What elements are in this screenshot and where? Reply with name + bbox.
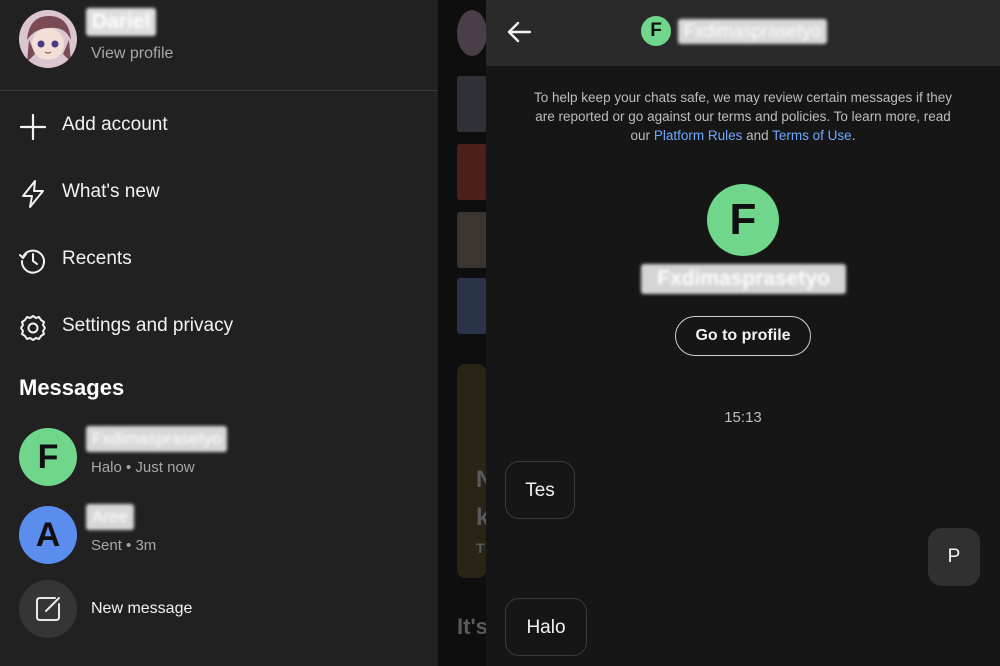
chat-header: F Fxdimasprasetyo <box>486 0 1000 66</box>
conversation-name: Aree <box>86 504 134 530</box>
background-text: T <box>476 540 485 556</box>
menu-item-label: What's new <box>62 181 160 202</box>
menu-item-label: Add account <box>62 114 168 135</box>
navigation-drawer: Dariel View profile Add account What's n… <box>0 0 438 666</box>
compose-icon <box>19 580 77 638</box>
menu-item-label: Recents <box>62 248 132 269</box>
new-message-label: New message <box>91 600 193 617</box>
new-message-button[interactable]: New message <box>0 576 438 642</box>
go-to-profile-button[interactable]: Go to profile <box>675 316 811 356</box>
menu-item-whats-new[interactable]: What's new <box>0 165 438 221</box>
recipient-avatar: F <box>707 184 779 256</box>
view-profile-link[interactable]: View profile <box>91 45 173 63</box>
user-avatar[interactable] <box>19 10 77 68</box>
notice-text: To help keep your chats safe, we may rev… <box>534 90 952 143</box>
background-heading: It's <box>457 614 486 639</box>
lightning-icon <box>18 179 48 209</box>
divider <box>0 90 438 91</box>
gear-icon <box>18 313 48 343</box>
menu-item-add-account[interactable]: Add account <box>0 98 438 154</box>
message-bubble-incoming[interactable]: Halo <box>505 598 587 656</box>
message-bubble-outgoing[interactable]: P <box>928 528 980 586</box>
platform-rules-link[interactable]: Platform Rules <box>654 128 743 143</box>
background-thumbnail <box>457 212 486 268</box>
conversation-status: Sent • 3m <box>91 537 157 554</box>
conversation-item[interactable]: F Fxdimasprasetyo Halo • Just now <box>0 420 438 490</box>
message-bubble-incoming[interactable]: Tes <box>505 461 575 519</box>
recipient-name: Fxdimasprasetyo <box>641 264 846 294</box>
chat-header-avatar[interactable]: F <box>641 16 671 46</box>
message-timestamp: 15:13 <box>724 409 762 426</box>
conversation-status: Halo • Just now <box>91 459 195 476</box>
background-feed: N k T It's <box>438 0 486 666</box>
background-text: k <box>476 504 486 531</box>
chat-panel: F Fxdimasprasetyo To help keep your chat… <box>486 0 1000 666</box>
conversation-avatar: F <box>19 428 77 486</box>
notice-text: and <box>746 128 769 143</box>
background-thumbnail <box>457 76 486 132</box>
menu-item-label: Settings and privacy <box>62 315 234 336</box>
conversation-avatar: A <box>19 506 77 564</box>
chat-header-name[interactable]: Fxdimasprasetyo <box>678 19 828 44</box>
back-arrow-icon[interactable] <box>504 16 536 48</box>
conversation-item[interactable]: A Aree Sent • 3m <box>0 498 438 568</box>
safety-notice: To help keep your chats safe, we may rev… <box>526 88 960 145</box>
plus-icon <box>18 112 48 142</box>
background-avatar <box>457 10 486 56</box>
profile-name: Dariel <box>86 8 157 36</box>
messages-section-title: Messages <box>19 375 125 400</box>
background-text: N <box>476 466 486 493</box>
terms-of-use-link[interactable]: Terms of Use <box>772 128 852 143</box>
menu-item-recents[interactable]: Recents <box>0 232 438 288</box>
background-thumbnail <box>457 144 486 200</box>
conversation-name: Fxdimasprasetyo <box>86 426 228 452</box>
profile-header[interactable]: Dariel View profile <box>0 0 438 90</box>
notice-text: . <box>851 128 856 143</box>
background-thumbnail <box>457 278 486 334</box>
menu-item-settings[interactable]: Settings and privacy <box>0 299 438 355</box>
clock-history-icon <box>18 246 48 276</box>
